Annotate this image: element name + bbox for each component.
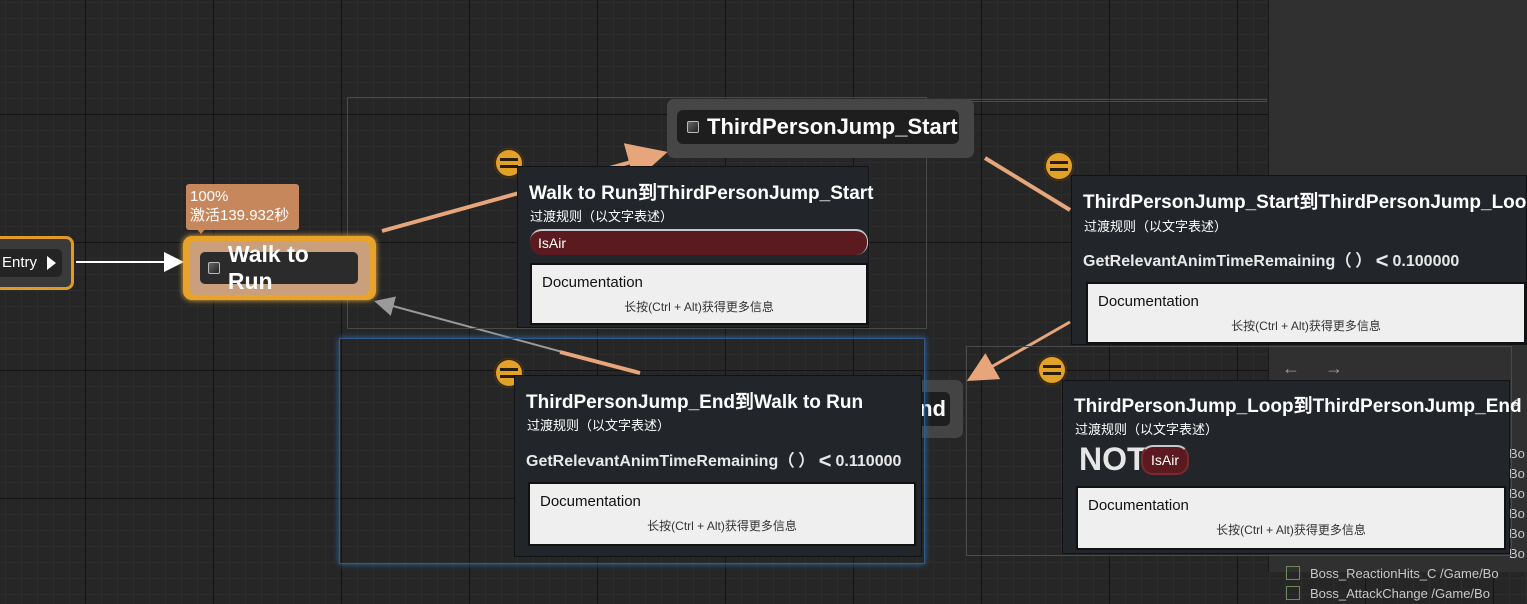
- state-label: ThirdPersonJump_Start: [707, 114, 958, 139]
- state-icon: [208, 262, 220, 274]
- entry-node[interactable]: Entry: [0, 236, 74, 290]
- not-operator: NOT: [1079, 441, 1147, 477]
- isair-variable: IsAir: [530, 229, 868, 255]
- transition-subtitle: 过渡规则（以文字表述）: [530, 209, 674, 224]
- documentation-title: Documentation: [1098, 293, 1199, 310]
- documentation-box: Documentation 长按(Ctrl + Alt)获得更多信息: [1086, 282, 1526, 344]
- divider: [925, 99, 1267, 102]
- blueprint-icon: [1286, 586, 1300, 600]
- documentation-hint: 长按(Ctrl + Alt)获得更多信息: [1216, 523, 1366, 537]
- documentation-title: Documentation: [542, 274, 643, 291]
- transition-subtitle: 过渡规则（以文字表述）: [1084, 219, 1228, 234]
- state-icon: [687, 121, 699, 133]
- documentation-box: Documentation 长按(Ctrl + Alt)获得更多信息: [530, 263, 868, 325]
- transition-subtitle: 过渡规则（以文字表述）: [1075, 422, 1219, 437]
- documentation-box: Documentation 长按(Ctrl + Alt)获得更多信息: [1076, 486, 1506, 550]
- transition-tooltip: ThirdPersonJump_Loop到ThirdPersonJump_End…: [1062, 380, 1522, 554]
- documentation-title: Documentation: [540, 493, 641, 510]
- transition-title: Walk to Run到ThirdPersonJump_Start: [529, 183, 874, 204]
- state-node-walk-to-run[interactable]: Walk to Run: [183, 236, 376, 300]
- debug-tooltip: 100% 激活139.932秒: [186, 184, 299, 230]
- rule-operator: <: [818, 448, 832, 473]
- transition-title: ThirdPersonJump_Start到ThirdPersonJump_Lo…: [1083, 192, 1527, 213]
- transition-tooltip: Walk to Run到ThirdPersonJump_Start 过渡规则（以…: [517, 166, 874, 328]
- entry-label: Entry: [2, 254, 38, 271]
- transition-tooltip: ThirdPersonJump_End到Walk to Run 过渡规则（以文字…: [514, 375, 922, 557]
- state-active-time: 激活139.932秒: [190, 207, 290, 224]
- rule-operator: <: [1375, 248, 1389, 273]
- transition-title: ThirdPersonJump_End到Walk to Run: [526, 392, 864, 413]
- state-weight: 100%: [190, 188, 229, 205]
- rule-function: GetRelevantAnimTimeRemaining（ ）: [526, 453, 815, 470]
- rule-expression: GetRelevantAnimTimeRemaining（ ） <0.110000: [526, 447, 901, 474]
- transition-title: ThirdPersonJump_Loop到ThirdPersonJump_End: [1074, 396, 1522, 417]
- isair-variable: IsAir: [1141, 445, 1189, 475]
- asset-name: Boss_AttackChange /Game/Bo: [1310, 586, 1490, 601]
- documentation-hint: 长按(Ctrl + Alt)获得更多信息: [624, 300, 774, 314]
- transition-rule-icon[interactable]: [1044, 151, 1074, 181]
- rule-function: GetRelevantAnimTimeRemaining（ ）: [1083, 253, 1372, 270]
- rule-value: 0.100000: [1392, 253, 1460, 270]
- state-node-jump-start[interactable]: ThirdPersonJump_Start: [667, 99, 974, 158]
- documentation-hint: 长按(Ctrl + Alt)获得更多信息: [647, 519, 797, 533]
- list-item[interactable]: Boss_AttackChange /Game/Bo: [1280, 584, 1527, 604]
- state-label: Walk to Run: [227, 241, 309, 294]
- rule-value: 0.110000: [835, 453, 902, 470]
- transition-tooltip: ThirdPersonJump_Start到ThirdPersonJump_Lo…: [1071, 175, 1527, 345]
- documentation-title: Documentation: [1088, 497, 1189, 514]
- transition-subtitle: 过渡规则（以文字表述）: [527, 418, 671, 433]
- exec-pin-icon[interactable]: [47, 256, 56, 270]
- tooltip-tail: [196, 228, 206, 234]
- documentation-box: Documentation 长按(Ctrl + Alt)获得更多信息: [528, 482, 916, 546]
- documentation-hint: 长按(Ctrl + Alt)获得更多信息: [1231, 319, 1381, 333]
- rule-expression: GetRelevantAnimTimeRemaining（ ） <0.100000: [1083, 247, 1459, 274]
